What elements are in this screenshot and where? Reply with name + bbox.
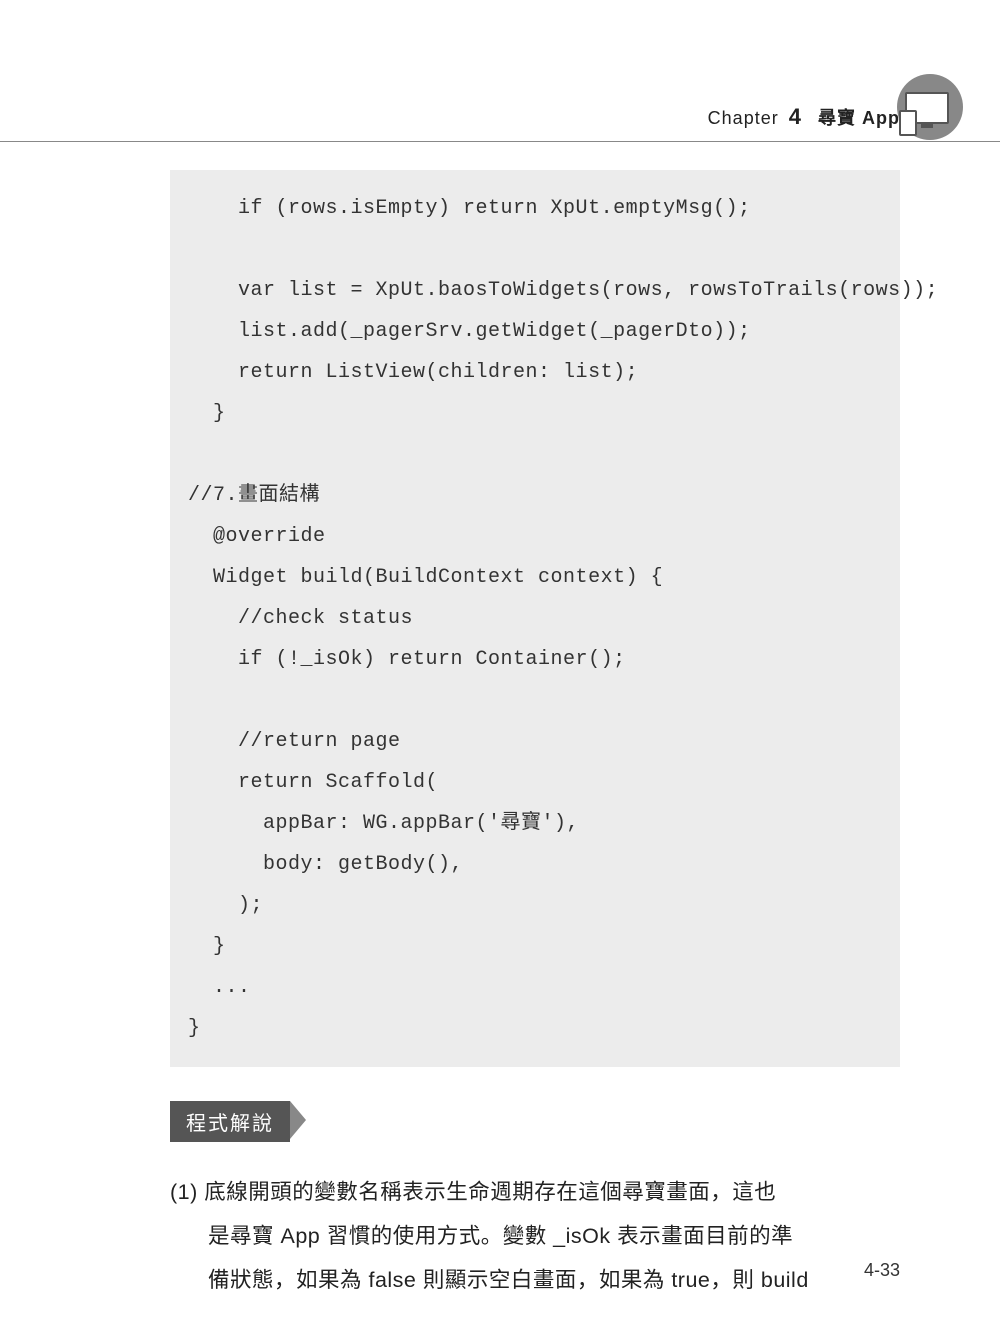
section-badge: 程式解說 [170, 1101, 290, 1142]
explanation-paragraph: (1) 底線開頭的變數名稱表示生命週期存在這個尋寶畫面，這也 是尋寶 App 習… [170, 1170, 900, 1302]
chapter-word: Chapter [708, 108, 779, 128]
code-listing: if (rows.isEmpty) return XpUt.emptyMsg()… [170, 170, 900, 1067]
page-number: 4-33 [864, 1260, 900, 1281]
page-content: if (rows.isEmpty) return XpUt.emptyMsg()… [170, 170, 900, 1302]
page-header: Chapter 4 尋寶 App [0, 92, 1000, 142]
chapter-number: 4 [789, 104, 802, 129]
paragraph-line-2: 是尋寶 App 習慣的使用方式。變數 _isOk 表示畫面目前的準 [170, 1214, 900, 1258]
chapter-title: 尋寶 App [818, 108, 900, 128]
chapter-devices-icon [895, 72, 965, 142]
paragraph-line-1: (1) 底線開頭的變數名稱表示生命週期存在這個尋寶畫面，這也 [170, 1170, 776, 1214]
paragraph-line-3: 備狀態，如果為 false 則顯示空白畫面，如果為 true，則 build [170, 1258, 900, 1302]
chapter-label: Chapter 4 尋寶 App [708, 104, 900, 130]
